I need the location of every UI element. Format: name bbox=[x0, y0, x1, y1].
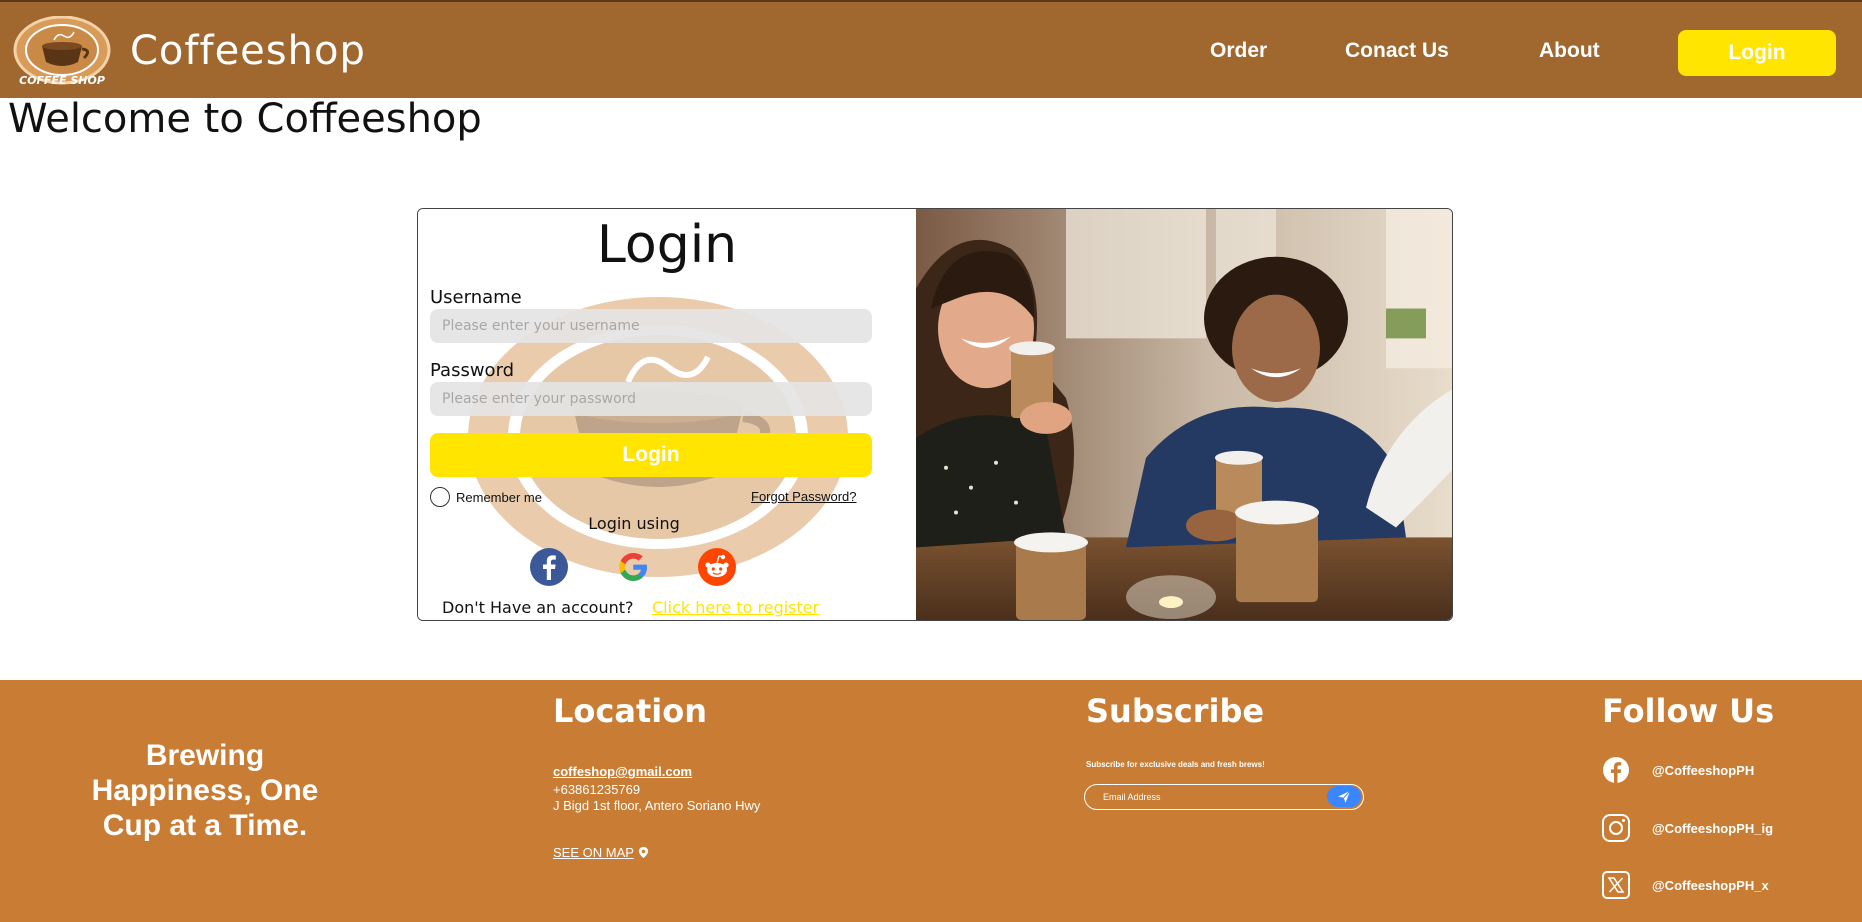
subscribe-heading: Subscribe bbox=[1086, 692, 1265, 730]
remember-me[interactable]: Remember me bbox=[430, 487, 542, 507]
username-input[interactable] bbox=[430, 309, 872, 343]
subscribe-note: Subscribe for exclusive deals and fresh … bbox=[1086, 760, 1265, 769]
see-on-map-label: SEE ON MAP bbox=[553, 845, 634, 860]
nav-contact-us[interactable]: Conact Us bbox=[1345, 39, 1449, 63]
instagram-handle: @CoffeeshopPH_ig bbox=[1652, 820, 1774, 836]
site-header: COFFEE SHOP Coffeeshop Order Conact Us A… bbox=[0, 0, 1862, 98]
x-icon bbox=[1602, 871, 1630, 899]
send-icon bbox=[1338, 790, 1351, 803]
register-link[interactable]: Click here to register bbox=[652, 598, 819, 617]
nav-order[interactable]: Order bbox=[1210, 39, 1267, 63]
password-label: Password bbox=[430, 360, 515, 381]
login-form-panel: Login Username Password Login Remember m… bbox=[418, 209, 916, 620]
contact-address: J Bigd 1st floor, Antero Soriano Hwy bbox=[553, 798, 761, 813]
map-pin-icon bbox=[638, 846, 649, 859]
logo-text: COFFEE SHOP bbox=[19, 74, 105, 87]
follow-us-heading: Follow Us bbox=[1602, 692, 1775, 730]
subscribe-send-button[interactable] bbox=[1327, 786, 1361, 807]
forgot-password-link[interactable]: Forgot Password? bbox=[751, 489, 857, 504]
login-card: Login Username Password Login Remember m… bbox=[417, 208, 1453, 621]
facebook-login-icon[interactable] bbox=[529, 547, 569, 587]
remember-me-label: Remember me bbox=[456, 489, 542, 505]
username-label: Username bbox=[430, 287, 522, 308]
no-account-text: Don't Have an account? bbox=[442, 598, 634, 617]
friends-drinking-coffee-photo bbox=[916, 209, 1452, 620]
footer-slogan: Brewing Happiness, One Cup at a Time. bbox=[91, 739, 319, 842]
follow-x[interactable]: @CoffeeshopPH_x bbox=[1596, 871, 1769, 899]
coffee-shop-logo[interactable]: COFFEE SHOP bbox=[12, 16, 112, 88]
facebook-icon bbox=[1603, 757, 1629, 783]
contact-email-link[interactable]: coffeshop@gmail.com bbox=[553, 764, 692, 779]
brand-name[interactable]: Coffeeshop bbox=[130, 28, 366, 74]
header-login-button[interactable]: Login bbox=[1678, 30, 1836, 76]
follow-facebook[interactable]: @CoffeeshopPH bbox=[1596, 756, 1754, 784]
welcome-heading: Welcome to Coffeeshop bbox=[8, 96, 482, 142]
facebook-handle: @CoffeeshopPH bbox=[1652, 762, 1755, 778]
site-footer: Brewing Happiness, One Cup at a Time. Lo… bbox=[0, 680, 1862, 922]
google-login-icon[interactable] bbox=[613, 547, 653, 587]
location-heading: Location bbox=[553, 692, 707, 730]
subscribe-email-input[interactable] bbox=[1103, 785, 1303, 808]
remember-me-radio[interactable] bbox=[430, 487, 450, 507]
subscribe-form bbox=[1084, 784, 1364, 810]
reddit-login-icon[interactable] bbox=[697, 547, 737, 587]
x-handle: @CoffeeshopPH_x bbox=[1652, 877, 1769, 893]
password-input[interactable] bbox=[430, 382, 872, 416]
follow-instagram[interactable]: @CoffeeshopPH_ig bbox=[1596, 814, 1773, 842]
instagram-icon bbox=[1602, 814, 1630, 842]
contact-phone: +63861235769 bbox=[553, 782, 641, 797]
login-submit-button[interactable]: Login bbox=[430, 433, 872, 477]
see-on-map-link[interactable]: SEE ON MAP bbox=[553, 845, 650, 860]
login-title: Login bbox=[596, 215, 738, 275]
login-using-label: Login using bbox=[588, 514, 680, 533]
nav-about[interactable]: About bbox=[1539, 39, 1600, 63]
